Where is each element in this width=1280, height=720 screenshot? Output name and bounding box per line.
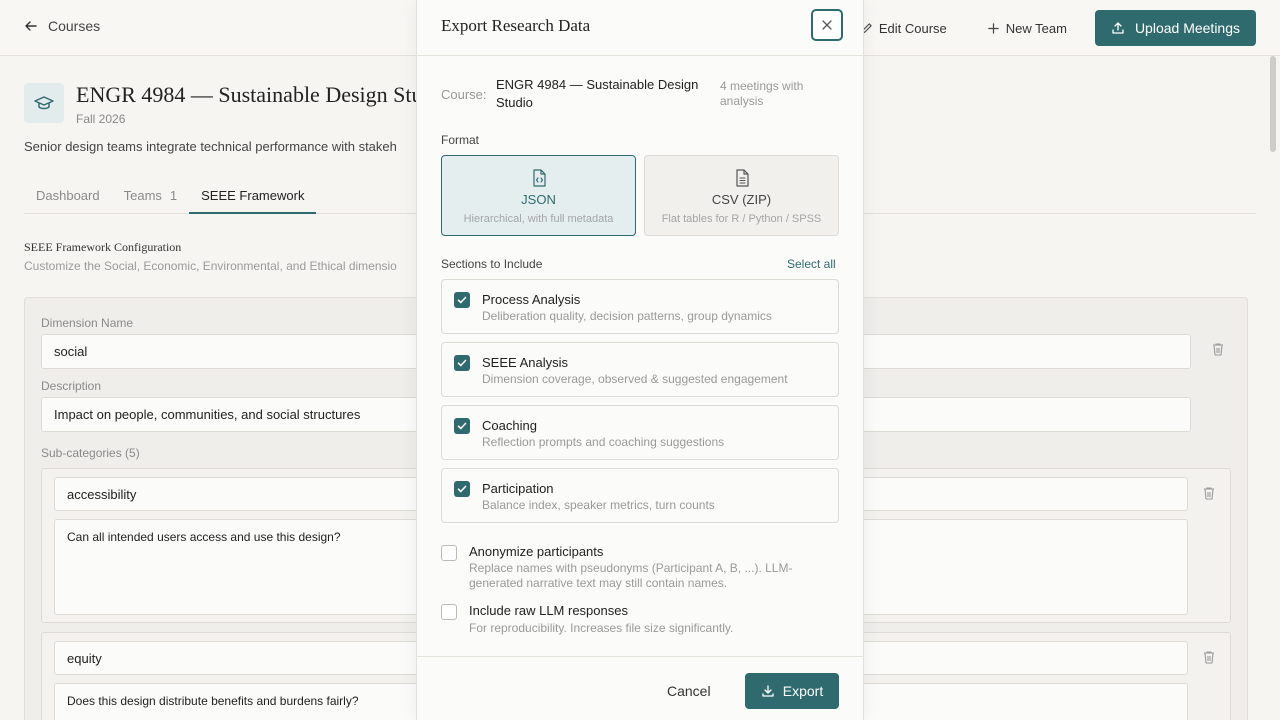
section-title: SEEE Analysis xyxy=(482,355,568,370)
export-modal: Export Research Data Course: ENGR 4984 —… xyxy=(416,0,864,720)
format-name: JSON xyxy=(521,192,556,207)
format-label: Format xyxy=(441,133,480,147)
export-label: Export xyxy=(782,683,824,699)
format-name: CSV (ZIP) xyxy=(711,192,772,207)
modal-header: Export Research Data xyxy=(417,0,863,56)
modal-footer: Cancel Export xyxy=(417,656,863,720)
cancel-button[interactable]: Cancel xyxy=(667,683,711,699)
section-description: Deliberation quality, decision patterns,… xyxy=(482,309,772,323)
anonymize-checkbox[interactable] xyxy=(441,545,457,561)
download-icon xyxy=(762,685,774,697)
csv-file-icon xyxy=(735,169,749,187)
course-meta: 4 meetings with analysis xyxy=(720,79,804,108)
section-description: Dimension coverage, observed & suggested… xyxy=(482,372,788,386)
close-icon xyxy=(822,20,832,30)
close-button[interactable] xyxy=(811,9,843,41)
check-icon xyxy=(457,422,467,430)
format-csv-option[interactable]: CSV (ZIP) Flat tables for R / Python / S… xyxy=(644,155,839,236)
section-process-analysis[interactable]: Process Analysis Deliberation quality, d… xyxy=(441,279,839,334)
check-icon xyxy=(457,359,467,367)
checkbox[interactable] xyxy=(454,418,470,434)
raw-llm-checkbox[interactable] xyxy=(441,604,457,620)
format-json-option[interactable]: JSON Hierarchical, with full metadata xyxy=(441,155,636,236)
sections-label: Sections to Include xyxy=(441,257,543,271)
modal-title: Export Research Data xyxy=(441,16,591,35)
section-coaching[interactable]: Coaching Reflection prompts and coaching… xyxy=(441,405,839,460)
check-icon xyxy=(457,296,467,304)
section-description: Balance index, speaker metrics, turn cou… xyxy=(482,498,715,512)
checkbox[interactable] xyxy=(454,292,470,308)
section-participation[interactable]: Participation Balance index, speaker met… xyxy=(441,468,839,523)
select-all-link[interactable]: Select all xyxy=(787,257,836,271)
check-icon xyxy=(457,485,467,493)
section-description: Reflection prompts and coaching suggesti… xyxy=(482,435,725,449)
section-title: Process Analysis xyxy=(482,292,581,307)
raw-llm-description: For reproducibility. Increases file size… xyxy=(469,621,734,635)
json-file-icon xyxy=(532,169,546,187)
anonymize-description: Replace names with pseudonyms (Participa… xyxy=(469,561,793,590)
raw-llm-title: Include raw LLM responses xyxy=(469,603,628,618)
format-description: Flat tables for R / Python / SPSS xyxy=(661,213,822,225)
checkbox[interactable] xyxy=(454,355,470,371)
export-button[interactable]: Export xyxy=(745,673,839,709)
format-description: Hierarchical, with full metadata xyxy=(463,213,614,225)
section-title: Coaching xyxy=(482,418,537,433)
section-seee-analysis[interactable]: SEEE Analysis Dimension coverage, observ… xyxy=(441,342,839,397)
course-name: ENGR 4984 — Sustainable Design Studio xyxy=(496,77,699,110)
section-title: Participation xyxy=(482,481,554,496)
anonymize-title: Anonymize participants xyxy=(469,544,604,559)
course-label: Course: xyxy=(441,87,487,102)
checkbox[interactable] xyxy=(454,481,470,497)
